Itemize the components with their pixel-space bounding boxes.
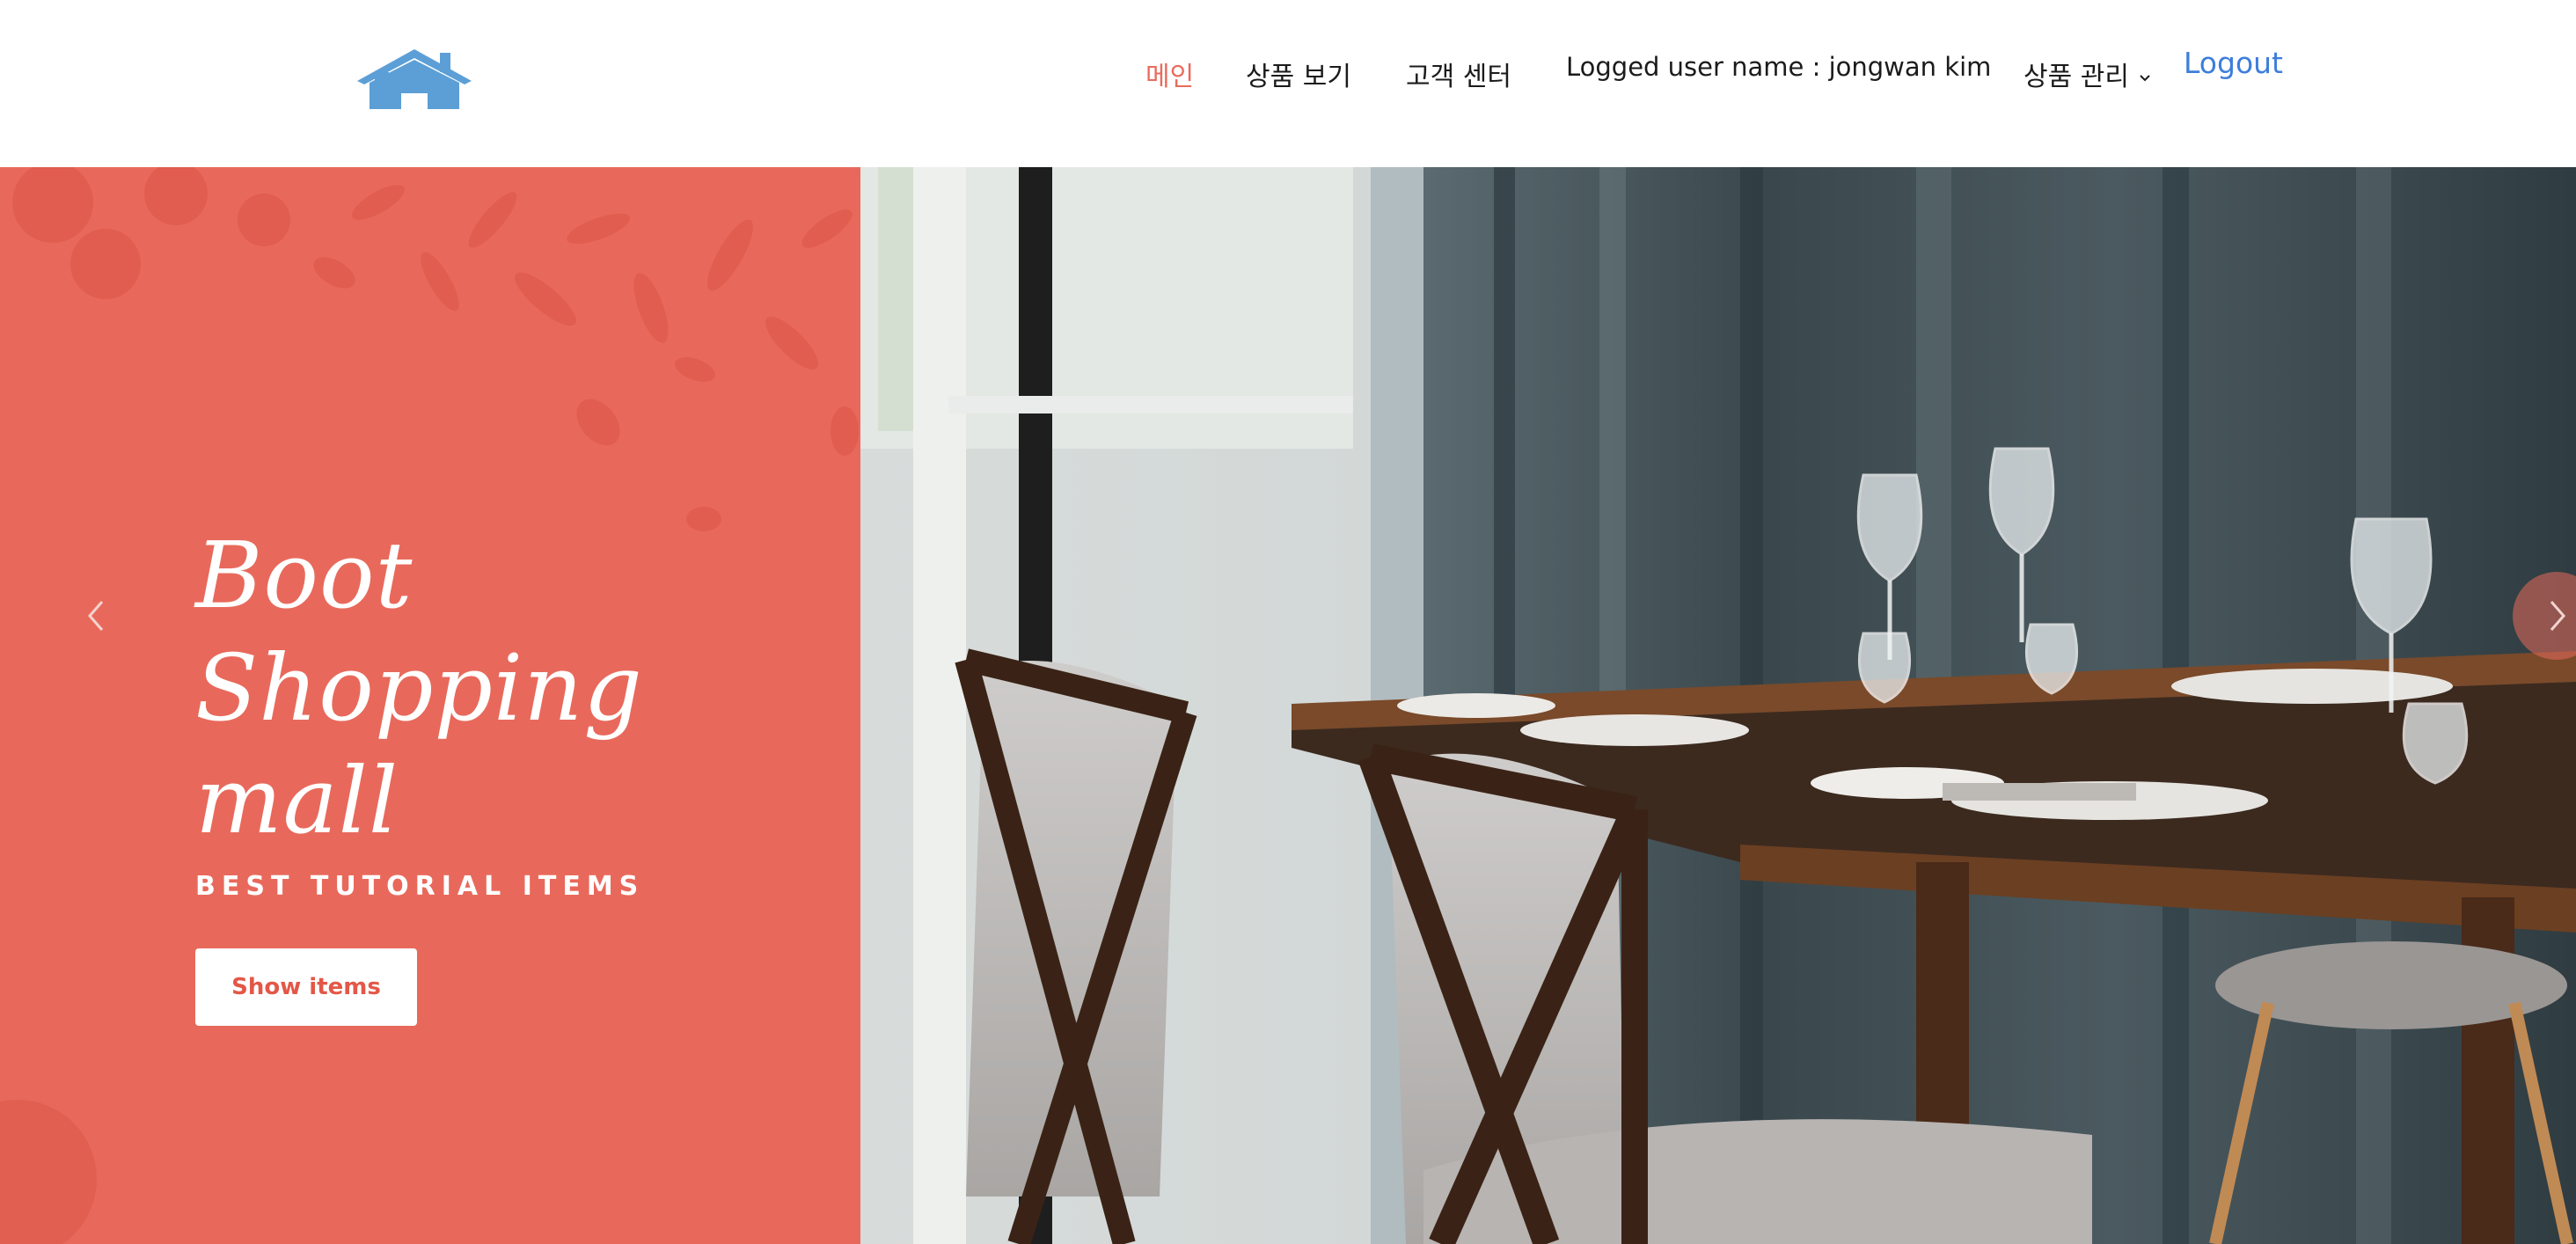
chevron-right-icon <box>2550 601 2565 631</box>
site-header: 메인 상품 보기 고객 센터 Logged user name : jongwa… <box>0 0 2576 167</box>
hero-title: Boot Shopping mall <box>195 519 688 857</box>
logout-link[interactable]: Logout <box>2184 46 2283 81</box>
leaf-pattern-decoration <box>12 167 859 531</box>
nav-main[interactable]: 메인 <box>1145 60 1194 95</box>
nav-manage-label: 상품 관리 <box>2023 62 2129 92</box>
logged-user-label: Logged user name : jongwan kim <box>1566 52 1992 82</box>
hero-title-line: mall <box>195 747 399 854</box>
chevron-down-icon <box>2140 75 2150 82</box>
hero-image <box>860 167 2576 1244</box>
nav-support[interactable]: 고객 센터 <box>1406 60 1511 95</box>
house-icon[interactable] <box>352 46 477 113</box>
show-items-button[interactable]: Show items <box>195 948 417 1026</box>
chevron-left-icon <box>88 601 104 631</box>
restaurant-photo <box>860 167 2576 1244</box>
nav-manage-dropdown[interactable]: 상품 관리 <box>2023 60 2152 95</box>
carousel-prev-button[interactable] <box>53 572 141 660</box>
hero-title-line: Boot <box>195 522 413 629</box>
hero-text-panel: Boot Shopping mall BEST TUTORIAL ITEMS S… <box>0 167 860 1244</box>
nav-products[interactable]: 상품 보기 <box>1246 60 1351 95</box>
hero-carousel: Boot Shopping mall BEST TUTORIAL ITEMS S… <box>0 167 2576 1244</box>
corner-decoration <box>0 1100 97 1244</box>
hero-subtitle: BEST TUTORIAL ITEMS <box>195 871 645 902</box>
hero-title-line: Shopping <box>195 634 643 742</box>
